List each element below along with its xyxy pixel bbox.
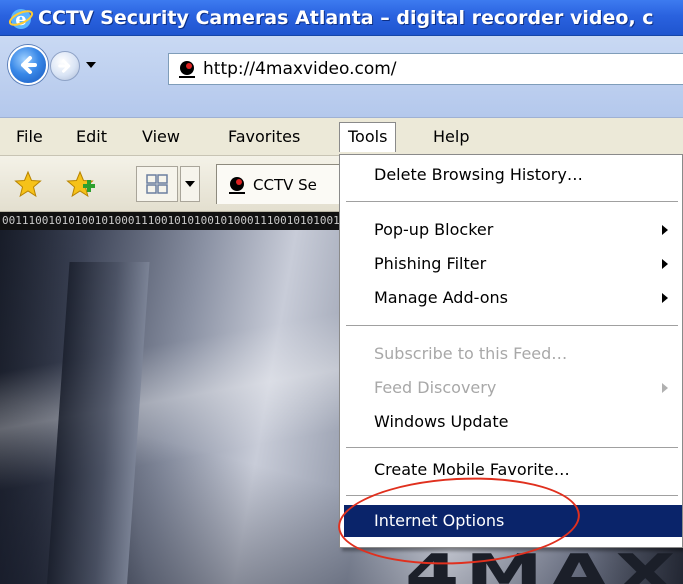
menu-separator	[346, 447, 678, 449]
menu-bar: File Edit View Favorites Tools Help	[0, 118, 683, 156]
forward-button[interactable]	[50, 51, 80, 81]
menu-edit[interactable]: Edit	[68, 122, 115, 152]
menu-separator	[346, 201, 678, 203]
menu-item-label: Windows Update	[374, 412, 509, 431]
menu-item-label: Subscribe to this Feed…	[374, 344, 568, 363]
menu-item-label: Delete Browsing History…	[374, 165, 583, 184]
quick-tabs-button[interactable]	[136, 166, 178, 202]
address-url: http://4maxvideo.com/	[203, 59, 397, 79]
menu-item-delete-browsing-history[interactable]: Delete Browsing History…	[344, 159, 682, 191]
menu-item-label: Pop-up Blocker	[374, 220, 494, 239]
address-field[interactable]: http://4maxvideo.com/	[168, 53, 683, 85]
menu-item-windows-update[interactable]: Windows Update	[344, 406, 682, 438]
window-title: CCTV Security Cameras Atlanta – digital …	[38, 6, 654, 29]
menu-view[interactable]: View	[134, 122, 188, 152]
quick-tabs-grid-icon	[146, 174, 168, 194]
menu-item-label: Manage Add-ons	[374, 288, 508, 307]
menu-favorites[interactable]: Favorites	[220, 122, 308, 152]
menu-item-popup-blocker[interactable]: Pop-up Blocker	[344, 214, 682, 246]
back-arrow-icon	[21, 56, 37, 74]
favorites-center-star-icon[interactable]	[14, 170, 42, 198]
menu-tools[interactable]: Tools	[339, 122, 397, 152]
chevron-down-icon	[185, 181, 195, 187]
submenu-arrow-icon	[662, 259, 668, 269]
menu-file[interactable]: File	[8, 122, 51, 152]
ie-logo-icon: e	[8, 8, 34, 30]
menu-item-subscribe-feed: Subscribe to this Feed…	[344, 338, 682, 370]
menu-item-label: Phishing Filter	[374, 254, 487, 273]
submenu-arrow-icon	[662, 225, 668, 235]
tab-title: CCTV Se	[253, 175, 317, 194]
menu-item-label: Feed Discovery	[374, 378, 497, 397]
submenu-arrow-icon	[662, 383, 668, 393]
menu-separator	[346, 325, 678, 327]
tab-list-dropdown[interactable]	[180, 166, 200, 202]
recent-pages-dropdown-icon[interactable]	[84, 58, 98, 72]
site-favicon-icon	[229, 176, 245, 194]
menu-help[interactable]: Help	[425, 122, 477, 152]
submenu-arrow-icon	[662, 293, 668, 303]
menu-item-feed-discovery: Feed Discovery	[344, 372, 682, 404]
menu-item-manage-add-ons[interactable]: Manage Add-ons	[344, 282, 682, 314]
add-to-favorites-icon[interactable]	[66, 170, 96, 198]
forward-arrow-icon	[58, 59, 71, 73]
address-toolbar: http://4maxvideo.com/	[0, 36, 683, 118]
menu-item-label: Create Mobile Favorite…	[374, 460, 570, 479]
menu-item-phishing-filter[interactable]: Phishing Filter	[344, 248, 682, 280]
back-button[interactable]	[8, 45, 48, 85]
site-favicon-icon	[177, 59, 197, 79]
title-bar: e CCTV Security Cameras Atlanta – digita…	[0, 0, 683, 36]
